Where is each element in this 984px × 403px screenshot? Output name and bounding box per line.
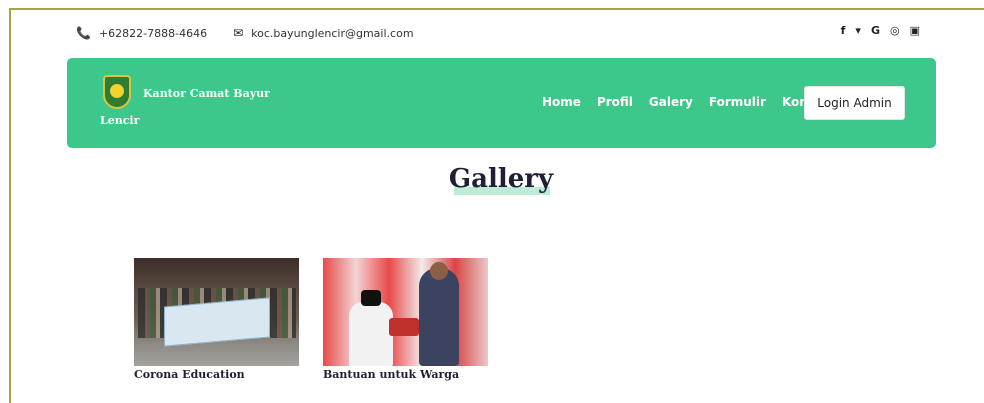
menu-galery[interactable]: Galery bbox=[649, 95, 693, 109]
login-admin-button[interactable]: Login Admin bbox=[804, 86, 905, 120]
menu-home[interactable]: Home bbox=[542, 95, 581, 109]
photo-gift bbox=[389, 318, 419, 336]
gallery-item[interactable]: Corona Education bbox=[134, 258, 299, 381]
youtube-icon[interactable]: ▣ bbox=[910, 24, 920, 37]
brand-logo-icon[interactable] bbox=[103, 75, 131, 109]
social-links: f ▾ G ◎ ▣ bbox=[831, 24, 920, 37]
gallery-image-bantuan-warga[interactable] bbox=[323, 258, 488, 366]
brand-name-line2[interactable]: Lencir bbox=[100, 114, 139, 127]
phone-number: +62822-7888-4646 bbox=[98, 26, 208, 40]
phone-icon: 📞 bbox=[76, 26, 91, 40]
main-menu: Home Profil Galery Formulir Kontak bbox=[542, 95, 846, 109]
phone-info[interactable]: 📞 +62822-7888-4646 bbox=[76, 26, 207, 40]
brand-name[interactable]: Kantor Camat Bayur bbox=[143, 87, 270, 100]
twitter-icon[interactable]: ▾ bbox=[855, 24, 861, 37]
google-icon[interactable]: G bbox=[871, 24, 880, 37]
menu-profil[interactable]: Profil bbox=[597, 95, 633, 109]
photo-banner bbox=[164, 297, 270, 347]
gallery-caption[interactable]: Corona Education bbox=[134, 368, 299, 381]
photo-official bbox=[419, 262, 459, 366]
gallery-caption[interactable]: Bantuan untuk Warga bbox=[323, 368, 488, 381]
gallery-image-corona-education[interactable] bbox=[134, 258, 299, 366]
navbar: Kantor Camat Bayur Lencir Home Profil Ga… bbox=[67, 58, 936, 148]
email-info[interactable]: ✉ koc.bayunglencir@gmail.com bbox=[233, 26, 413, 40]
email-address: koc.bayunglencir@gmail.com bbox=[251, 26, 414, 40]
photo-child bbox=[349, 290, 393, 366]
facebook-icon[interactable]: f bbox=[841, 24, 846, 37]
envelope-icon: ✉ bbox=[233, 26, 244, 40]
contact-bar: 📞 +62822-7888-4646 ✉ koc.bayunglencir@gm… bbox=[76, 24, 440, 42]
instagram-icon[interactable]: ◎ bbox=[890, 24, 900, 37]
gallery-item[interactable]: Bantuan untuk Warga bbox=[323, 258, 488, 381]
page-title: Gallery bbox=[448, 164, 554, 194]
menu-formulir[interactable]: Formulir bbox=[709, 95, 766, 109]
